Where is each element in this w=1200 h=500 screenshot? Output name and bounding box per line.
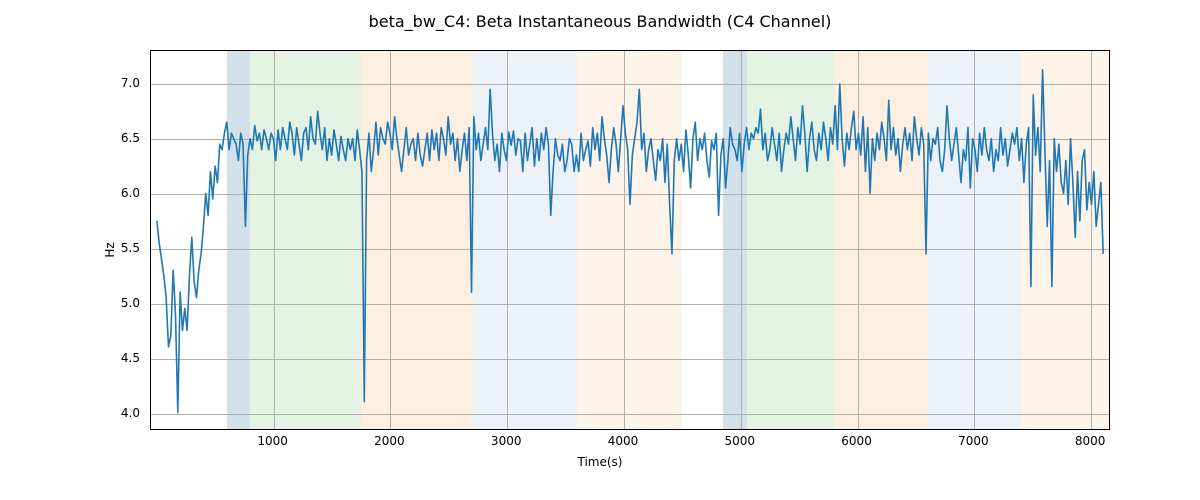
x-tick-label: 4000 — [608, 434, 639, 448]
y-tick-label: 4.0 — [121, 406, 140, 420]
y-tick-label: 5.5 — [121, 241, 140, 255]
data-line — [151, 51, 1109, 429]
x-axis-label: Time(s) — [0, 455, 1200, 469]
y-tick-label: 6.0 — [121, 186, 140, 200]
x-tick-label: 8000 — [1075, 434, 1106, 448]
x-tick-label: 3000 — [491, 434, 522, 448]
x-tick-label: 5000 — [724, 434, 755, 448]
x-tick-label: 7000 — [958, 434, 989, 448]
y-tick-label: 5.0 — [121, 296, 140, 310]
x-tick-label: 6000 — [841, 434, 872, 448]
chart-title: beta_bw_C4: Beta Instantaneous Bandwidth… — [0, 12, 1200, 31]
x-tick-label: 1000 — [257, 434, 288, 448]
figure: beta_bw_C4: Beta Instantaneous Bandwidth… — [0, 0, 1200, 500]
y-tick-label: 4.5 — [121, 351, 140, 365]
y-axis-label: Hz — [103, 242, 117, 257]
y-tick-label: 6.5 — [121, 131, 140, 145]
axes-area — [150, 50, 1110, 430]
y-tick-label: 7.0 — [121, 76, 140, 90]
x-tick-label: 2000 — [374, 434, 405, 448]
